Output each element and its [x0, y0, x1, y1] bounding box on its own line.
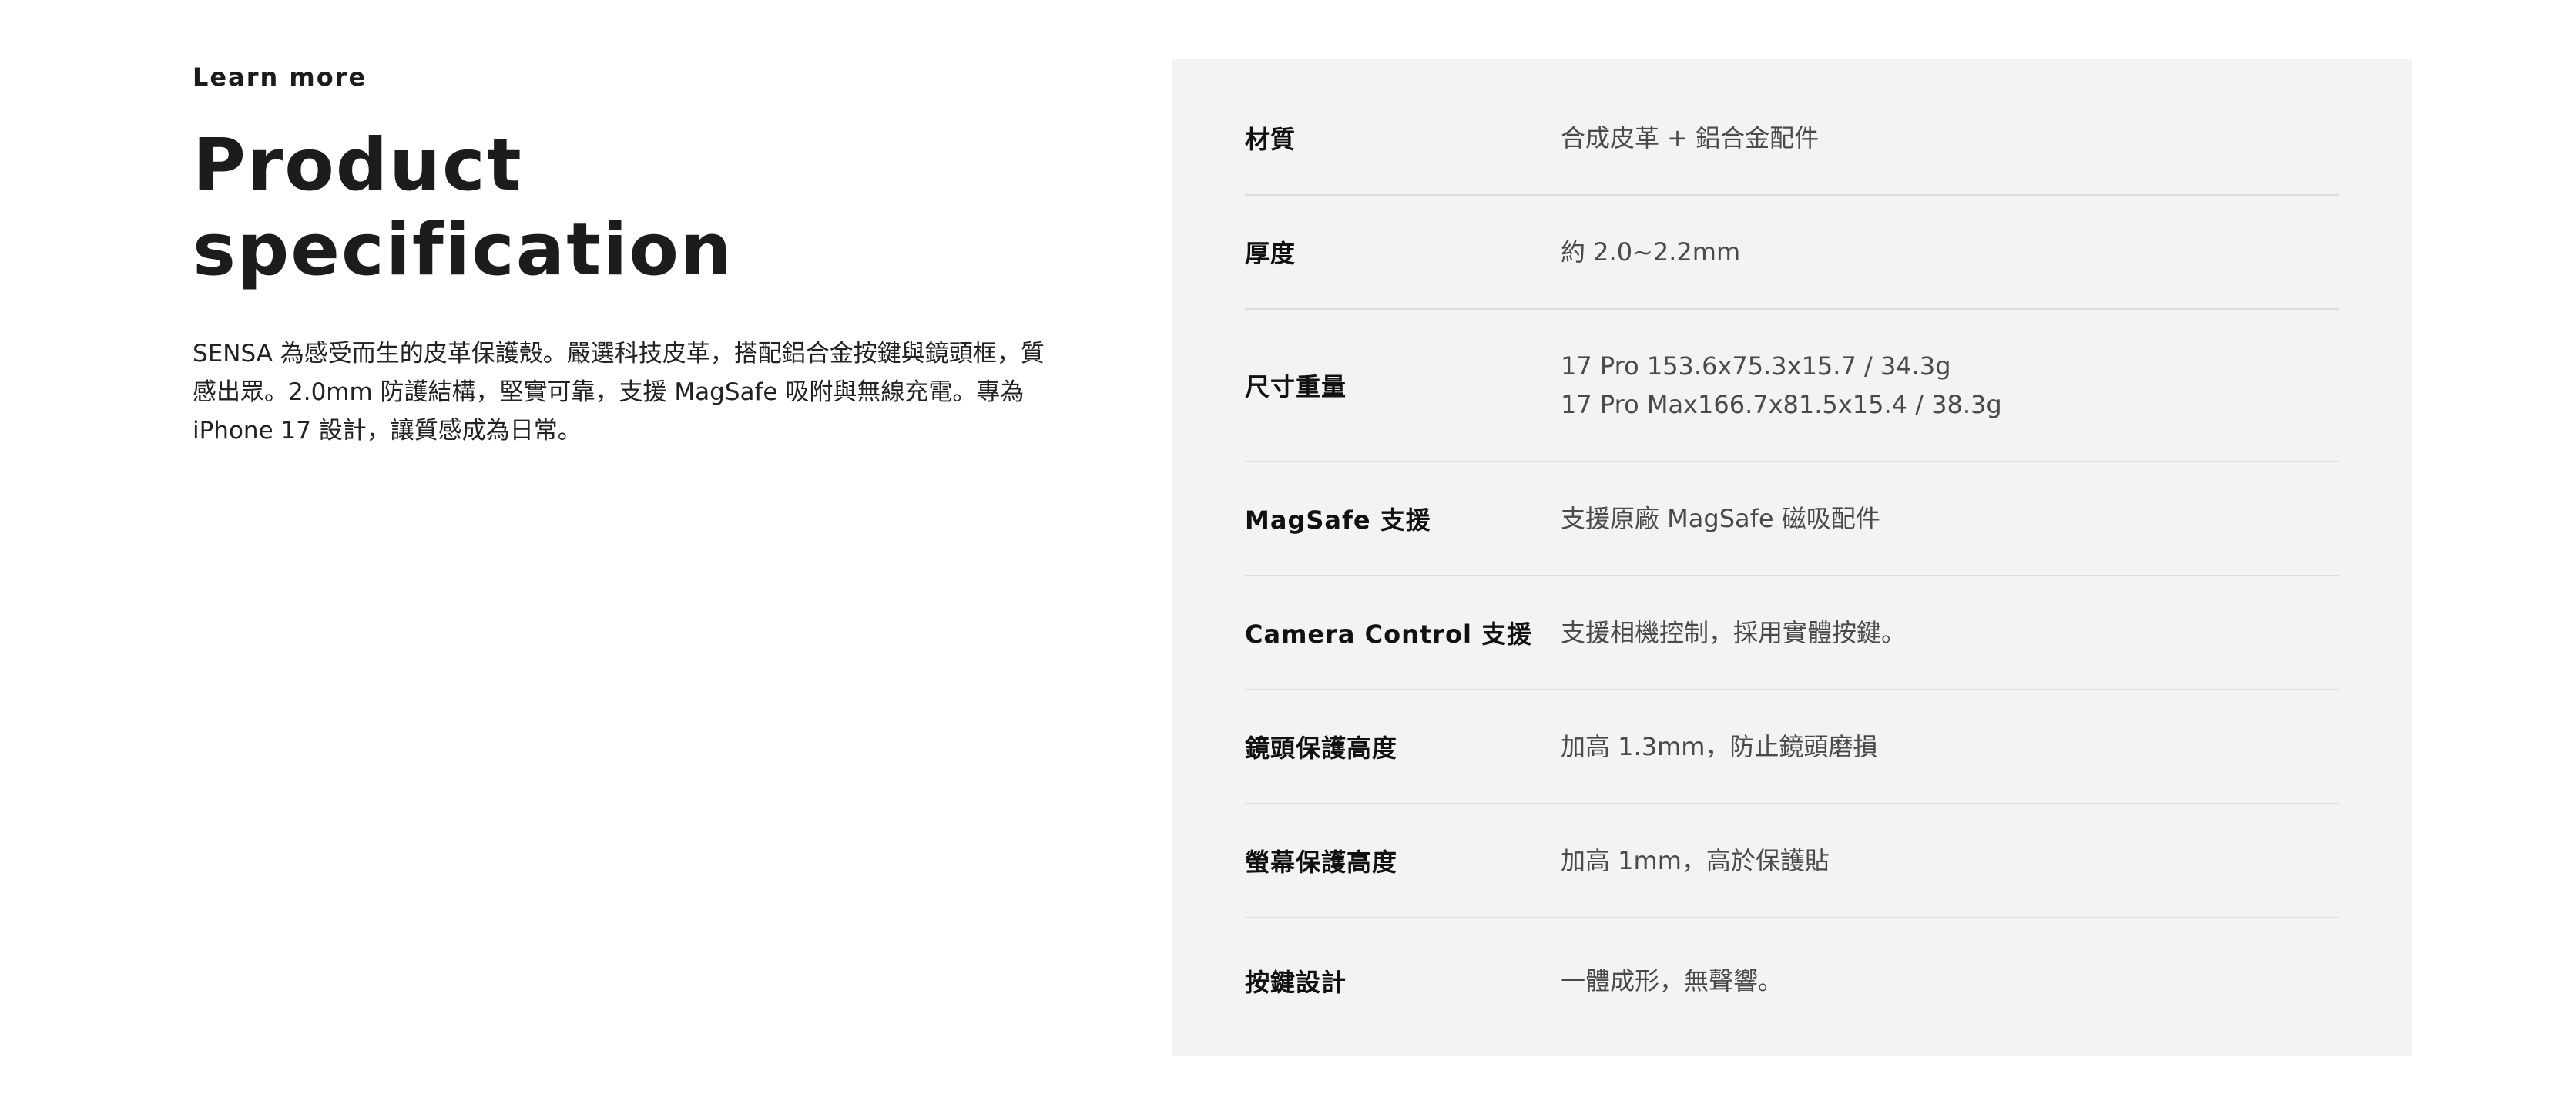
spec-value: 17 Pro 153.6x75.3x15.7 / 34.3g 17 Pro Ma…: [1561, 347, 2002, 424]
spec-value: 支援原廠 MagSafe 磁吸配件: [1561, 504, 1880, 533]
spec-value: 加高 1mm，高於保護貼: [1561, 846, 1830, 875]
spec-row-screen-protection: 螢幕保護高度 加高 1mm，高於保護貼: [1245, 804, 2339, 918]
spec-value: 合成皮革 + 鋁合金配件: [1561, 123, 1820, 153]
spec-label: MagSafe 支援: [1245, 505, 1431, 535]
spec-label: 材質: [1245, 125, 1296, 154]
spec-row-material: 材質 合成皮革 + 鋁合金配件: [1245, 59, 2339, 196]
spec-value-line: 17 Pro Max166.7x81.5x15.4 / 38.3g: [1561, 390, 2002, 419]
spec-value-line: 17 Pro 153.6x75.3x15.7 / 34.3g: [1561, 351, 1951, 381]
spec-value: 加高 1.3mm，防止鏡頭磨損: [1561, 732, 1878, 761]
spec-row-thickness: 厚度 約 2.0~2.2mm: [1245, 196, 2339, 310]
spec-label: 尺寸重量: [1245, 372, 1347, 401]
spec-row-camera-control: Camera Control 支援 支援相機控制，採用實體按鍵。: [1245, 576, 2339, 690]
spec-row-magsafe: MagSafe 支援 支援原廠 MagSafe 磁吸配件: [1245, 462, 2339, 576]
spec-label: 按鍵設計: [1245, 968, 1347, 997]
spec-row-size-weight: 尺寸重量 17 Pro 153.6x75.3x15.7 / 34.3g 17 P…: [1245, 310, 2339, 462]
spec-row-button-design: 按鍵設計 一體成形，無聲響。: [1245, 918, 2339, 1043]
spec-label: 厚度: [1245, 239, 1296, 268]
spec-value: 支援相機控制，採用實體按鍵。: [1561, 618, 1907, 647]
spec-label: 螢幕保護高度: [1245, 848, 1398, 877]
spec-row-lens-protection: 鏡頭保護高度 加高 1.3mm，防止鏡頭磨損: [1245, 690, 2339, 804]
spec-table: 材質 合成皮革 + 鋁合金配件 厚度 約 2.0~2.2mm 尺寸重量 17 P…: [1245, 59, 2339, 1043]
intro-section: Learn more Product specification SENSA 為…: [193, 60, 1063, 450]
spec-value: 約 2.0~2.2mm: [1561, 237, 1741, 267]
spec-label: Camera Control 支援: [1245, 619, 1533, 649]
product-description: SENSA 為感受而生的皮革保護殼。嚴選科技皮革，搭配鋁合金按鍵與鏡頭框，質感出…: [193, 340, 1045, 445]
spec-value: 一體成形，無聲響。: [1561, 966, 1783, 996]
learn-more-eyebrow: Learn more: [193, 62, 367, 92]
spec-panel: 材質 合成皮革 + 鋁合金配件 厚度 約 2.0~2.2mm 尺寸重量 17 P…: [1172, 59, 2412, 1056]
page-title: Product specification: [193, 123, 733, 292]
spec-label: 鏡頭保護高度: [1245, 734, 1398, 763]
